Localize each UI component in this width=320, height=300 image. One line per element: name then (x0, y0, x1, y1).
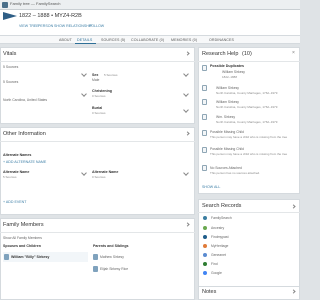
no-sources-icon (202, 165, 207, 171)
alternate-name-sources-2[interactable]: 0 Sources (92, 175, 106, 179)
family-members-title: Family Members (3, 222, 44, 228)
person-link[interactable]: PERSON (38, 24, 53, 28)
notes-title: Notes (202, 289, 217, 295)
alternate-names-heading: Alternate Names (3, 153, 32, 157)
ancestry-icon (203, 226, 207, 230)
record-hint-icon (202, 99, 207, 105)
spouses-children-heading: Spouses and Children (3, 244, 41, 248)
burial-label: Burial (92, 106, 103, 110)
divider (198, 212, 300, 213)
research-item-person[interactable]: William Sirkesy (222, 70, 245, 74)
browser-tab-title[interactable]: Family tree — FamilySearch (10, 1, 60, 6)
family-member-name[interactable]: Elijah Sirkesy Rice (100, 267, 128, 271)
family-member-name[interactable]: Mathew Sirkesy (100, 255, 124, 259)
avatar (93, 254, 98, 260)
record-hint-icon (202, 85, 207, 91)
add-event-link[interactable]: + ADD EVENT (3, 200, 26, 204)
research-item-title[interactable]: Possible Missing Child (210, 147, 244, 151)
myheritage-icon (203, 244, 207, 248)
avatar (4, 254, 9, 260)
alternate-name-sources[interactable]: 5 Sources (3, 175, 17, 179)
show-all-family-members[interactable]: Show All Family Members (3, 236, 42, 240)
other-information-title: Other Information (3, 131, 46, 137)
christening-label: Christening (92, 89, 112, 93)
vitals-sources-count-2[interactable]: 5 Sources (3, 80, 18, 84)
alternate-name-label: Alternate Name (3, 170, 30, 174)
tab-ordinances[interactable]: ORDINANCES (209, 38, 234, 42)
search-record-link[interactable]: Find (211, 262, 218, 266)
search-record-link[interactable]: Findmypast (211, 235, 229, 239)
vitals-title: Vitals (3, 51, 17, 57)
vitals-place: North Carolina, United States (3, 98, 48, 102)
search-record-link[interactable]: FamilySearch (211, 216, 232, 220)
research-item-detail: This person has no sources attached. (210, 171, 261, 175)
search-record-link[interactable]: Ancestry (211, 226, 224, 230)
show-all-research-link[interactable]: SHOW ALL (202, 185, 220, 189)
search-record-link[interactable]: MyHeritage (211, 244, 228, 248)
findmypast-icon (203, 235, 207, 239)
search-record-link[interactable]: Geneanet (211, 253, 226, 257)
research-help-title: Research Help (202, 51, 239, 57)
tab-memories[interactable]: MEMORIES (0) (171, 38, 197, 42)
christening-sources[interactable]: 0 Sources (92, 94, 106, 98)
sex-value: Male (92, 78, 100, 82)
divider (0, 61, 195, 62)
family-member-name[interactable]: William "Billy" Sirkesy (11, 255, 49, 259)
burial-sources[interactable]: 0 Sources (92, 111, 106, 115)
research-item-title[interactable]: Possible Duplicates (210, 64, 244, 68)
research-item-person[interactable]: William Sirkesy (216, 86, 239, 90)
search-record-link[interactable]: Google (211, 271, 222, 275)
divider (0, 141, 195, 142)
research-item-detail: North Carolina, County Marriages, 1762–1… (216, 105, 278, 109)
research-item-detail: 1822–1888 (222, 75, 238, 79)
divider (198, 61, 300, 62)
search-records-title: Search Records (202, 203, 242, 209)
tab-sources[interactable]: SOURCES (5) (101, 38, 125, 42)
tab-about[interactable]: ABOUT (59, 38, 72, 42)
research-item-detail: This person may have a child who is miss… (210, 152, 288, 156)
view-tree-link[interactable]: VIEW TREE (19, 24, 39, 28)
research-help-count: (10) (242, 51, 252, 57)
missing-child-icon (202, 147, 207, 153)
close-icon[interactable]: × (292, 50, 295, 56)
familysearch-icon (203, 216, 207, 220)
research-item-title[interactable]: Possible Missing Child (210, 130, 244, 134)
research-item-title[interactable]: No Sources Attached (210, 166, 242, 170)
show-relationship-link[interactable]: SHOW RELATIONSHIP (54, 24, 92, 28)
add-alternate-name-link[interactable]: + ADD ALTERNATE NAME (3, 160, 46, 164)
geneanet-icon (203, 253, 207, 257)
alternate-name-label-2: Alternate Name (92, 170, 119, 174)
research-item-detail: North Carolina, County Marriages, 1762–1… (216, 91, 278, 95)
vitals-sources-count[interactable]: 5 Sources (3, 65, 18, 69)
site-favicon-icon (2, 2, 8, 8)
tab-details[interactable]: DETAILS (77, 38, 92, 42)
possible-duplicates-icon (202, 65, 207, 71)
active-tab-indicator (75, 43, 96, 44)
research-item-detail: This person may have a child who is miss… (210, 135, 288, 139)
parents-siblings-heading: Parents and Siblings (93, 244, 129, 248)
sex-sources[interactable]: 5 Sources (104, 73, 118, 77)
research-item-person[interactable]: William Sirkesy (216, 100, 239, 104)
follow-link[interactable]: FOLLOW (89, 24, 104, 28)
tab-collaborate[interactable]: COLLABORATE (0) (131, 38, 164, 42)
find-icon (203, 262, 207, 266)
research-item-detail: North Carolina, County Marriages, 1762–1… (216, 120, 278, 124)
research-item-person[interactable]: Wm. Sirkesy (216, 115, 235, 119)
person-name-dates: 1822 – 1888 • MYZ4-R2B (19, 13, 82, 19)
record-hint-icon (202, 114, 207, 120)
divider (0, 232, 195, 233)
sex-label: Sex (92, 73, 99, 77)
google-icon (203, 271, 207, 275)
avatar (93, 266, 98, 272)
missing-child-icon (202, 130, 207, 136)
